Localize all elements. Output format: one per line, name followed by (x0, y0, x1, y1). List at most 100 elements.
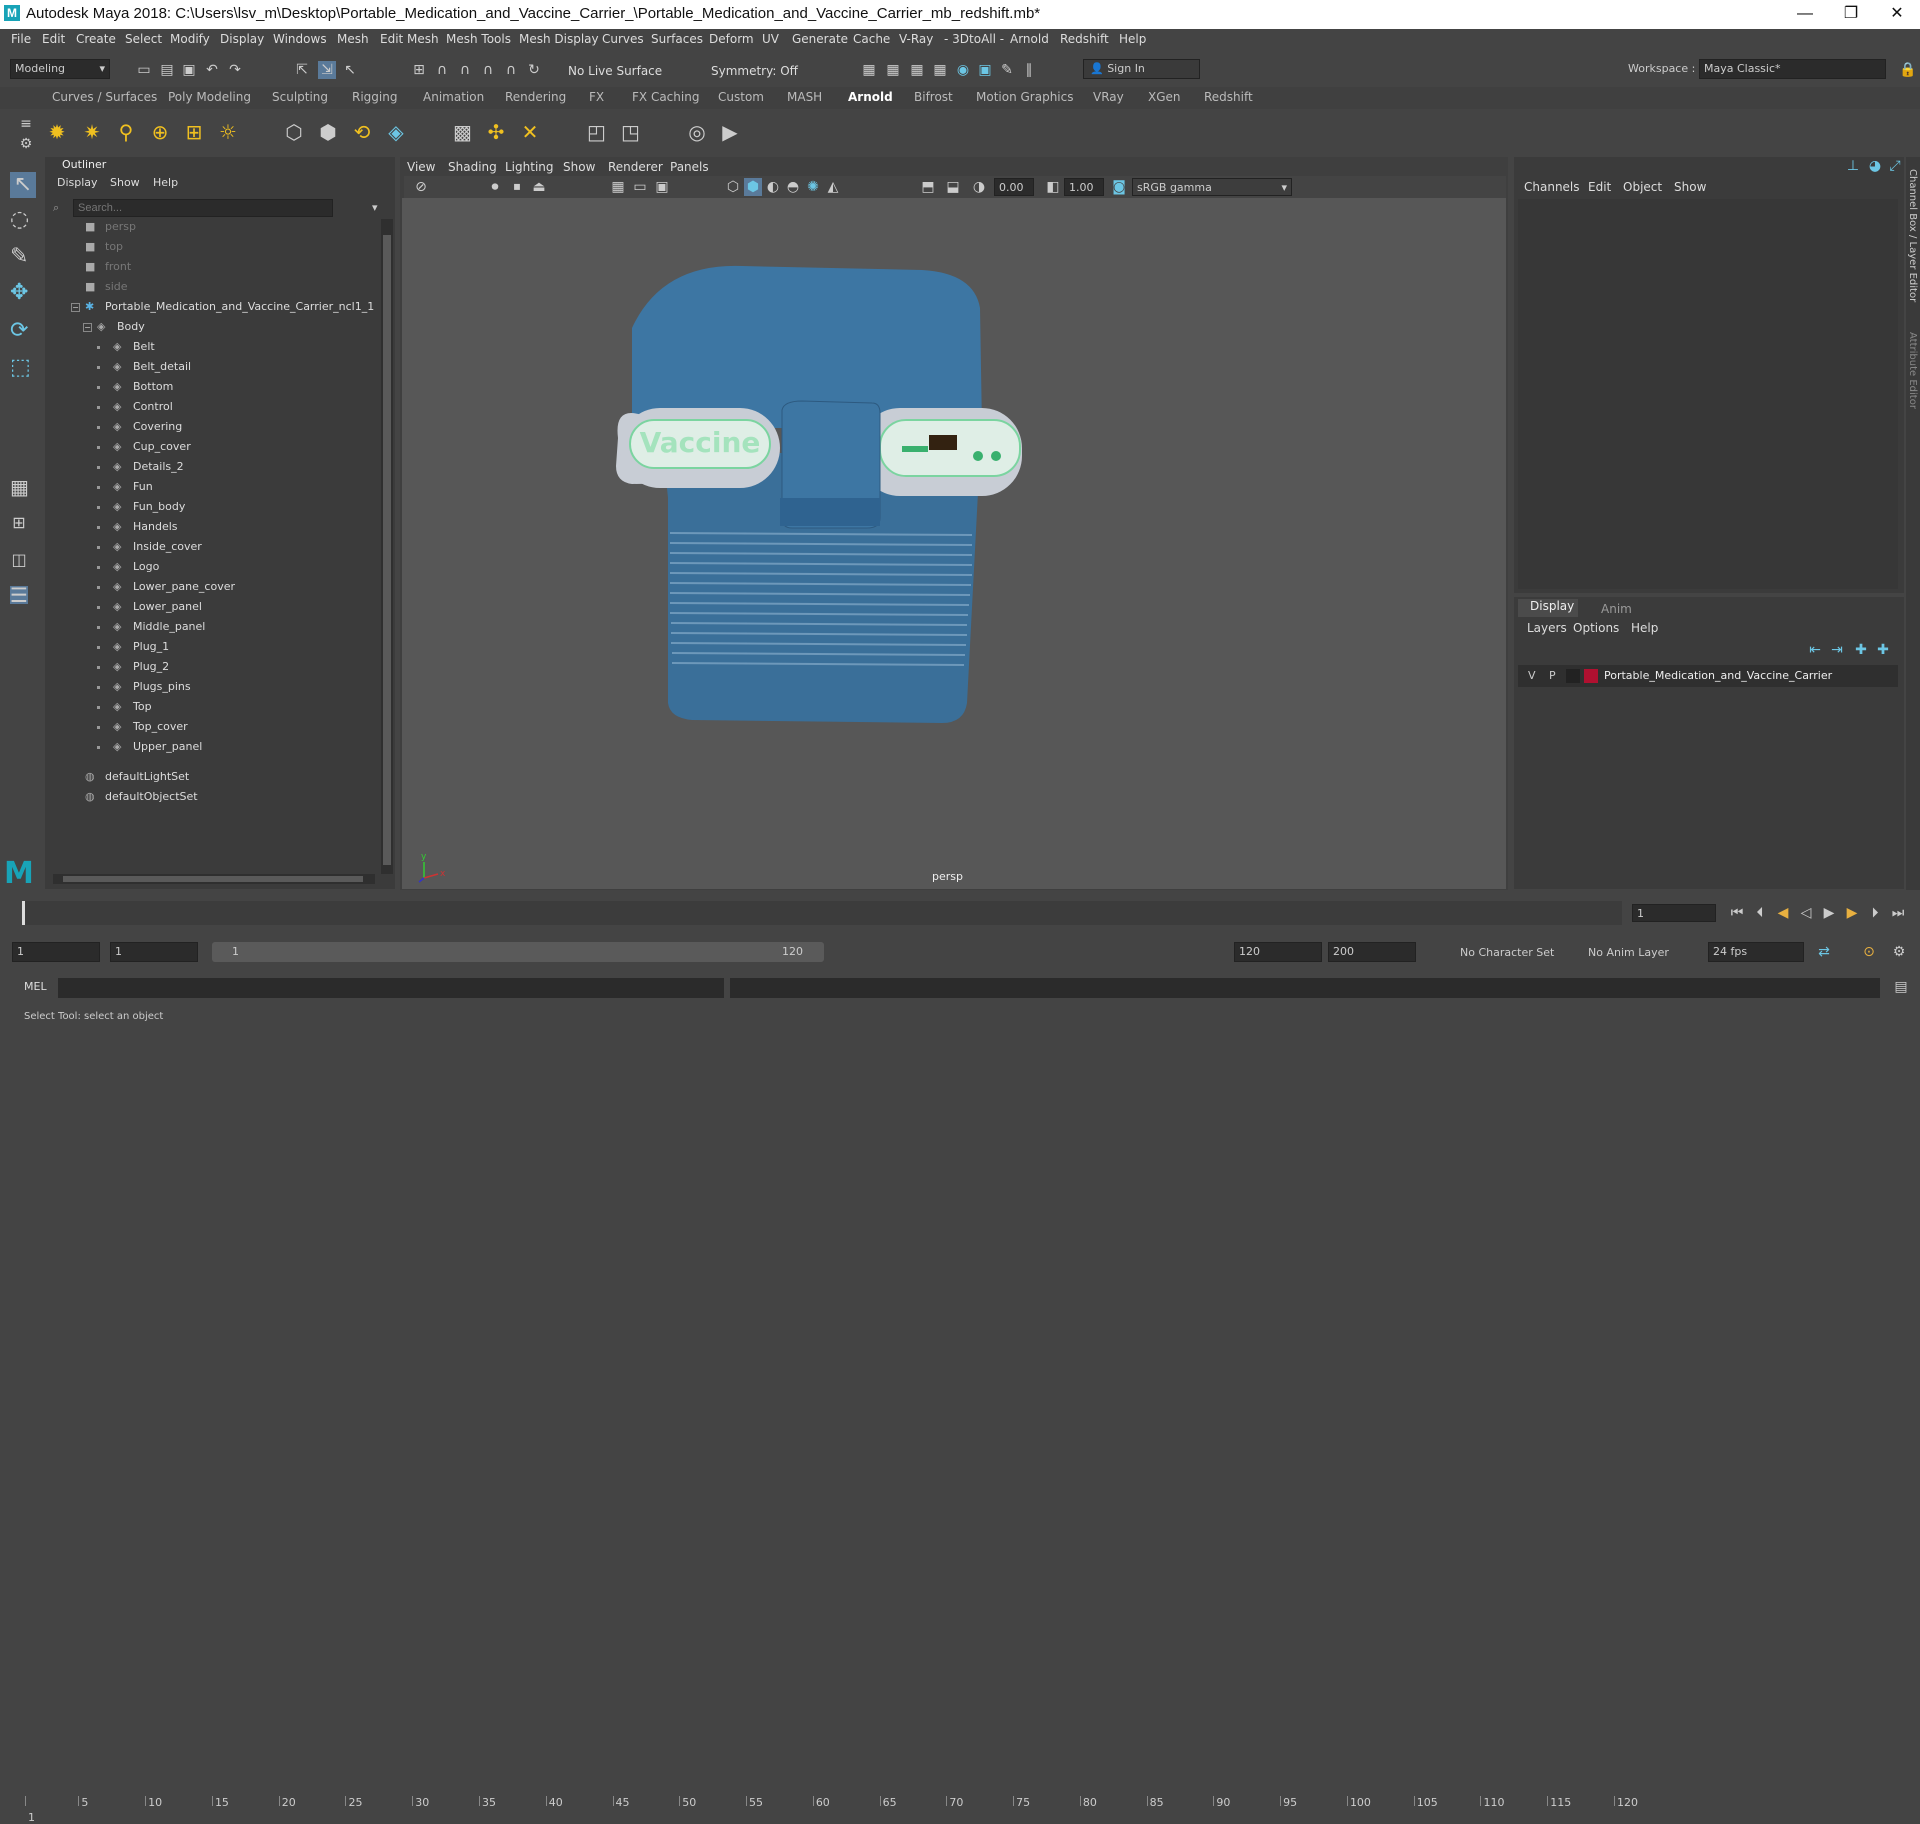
outliner-item-plug-1[interactable]: ◈ Plug_1 (97, 637, 169, 657)
script-editor-icon[interactable]: ▤ (1892, 978, 1910, 996)
hud-icon[interactable]: ⬓ (944, 178, 962, 196)
channels-menu-show[interactable]: Show (1674, 180, 1706, 194)
lasso-tool-icon[interactable]: ◌ (10, 209, 29, 231)
outliner-item-side[interactable]: ■ side (85, 277, 128, 297)
command-language-label[interactable]: MEL (24, 980, 47, 993)
pause-icon[interactable]: ∥ (1020, 61, 1038, 79)
outliner-scrollbar-thumb[interactable] (383, 235, 391, 865)
gamma-field[interactable]: 1.00 (1064, 178, 1104, 196)
menu-mesh-display[interactable]: Mesh Display (519, 32, 599, 46)
outliner-item-belt[interactable]: ◈ Belt (97, 337, 155, 357)
outliner-item-handels[interactable]: ◈ Handels (97, 517, 178, 537)
grid-icon[interactable]: ▦ (609, 178, 627, 196)
volume-icon[interactable]: ◈ (387, 122, 405, 142)
outliner-item-plugs-pins[interactable]: ◈ Plugs_pins (97, 677, 191, 697)
tab-display[interactable]: Display (1518, 599, 1578, 617)
pin-icon[interactable]: ⊥ (1844, 157, 1862, 175)
time-slider[interactable]: 1 5 10 15 20 25 30 35 40 45 50 55 60 65 70 75 80 85 90 95 10… (0, 897, 1920, 1824)
preview-icon[interactable]: ◎ (688, 122, 706, 142)
select-hierarchy-icon[interactable]: ⇱ (293, 61, 311, 79)
command-input[interactable] (58, 978, 724, 998)
outliner-item-upper-panel[interactable]: ◈ Upper_panel (97, 737, 202, 757)
outliner-menu-show[interactable]: Show (110, 176, 140, 189)
workspace-dropdown[interactable]: Maya Classic* (1699, 59, 1886, 79)
layer-row[interactable]: V P Portable_Medication_and_Vaccine_Carr… (1518, 665, 1898, 687)
minimize-button[interactable]: — (1782, 0, 1828, 29)
menu-generate[interactable]: Generate (792, 32, 848, 46)
outliner-item-middle-panel[interactable]: ◈ Middle_panel (97, 617, 205, 637)
menu-curves[interactable]: Curves (602, 32, 644, 46)
two-view-icon[interactable]: ◫ (10, 551, 28, 569)
menu-create[interactable]: Create (76, 32, 116, 46)
step-back-frame-icon[interactable]: ◀ (1774, 904, 1792, 922)
viewport-menu-show[interactable]: Show (563, 160, 595, 174)
playback-end-field[interactable]: 120 (1234, 942, 1322, 962)
menu-redshift[interactable]: Redshift (1060, 32, 1109, 46)
live-surface-field[interactable]: No Live Surface (568, 64, 662, 78)
layers-menu-layers[interactable]: Layers (1527, 621, 1567, 635)
xray-icon[interactable]: ⬒ (919, 178, 937, 196)
export-standin-icon[interactable]: ⬢ (319, 122, 337, 142)
render-settings-icon[interactable]: ▦ (931, 61, 949, 79)
outliner-item-details-2[interactable]: ◈ Details_2 (97, 457, 184, 477)
shelf-tab-motion-graphics[interactable]: Motion Graphics (976, 90, 1074, 104)
light-portal-icon[interactable]: ⊞ (185, 122, 203, 142)
smooth-shade-icon[interactable]: ⬢ (744, 178, 762, 196)
shelf-tab-rendering[interactable]: Rendering (505, 90, 566, 104)
skydome-light-icon[interactable]: ⊕ (151, 122, 169, 142)
lights-icon[interactable]: ◓ (784, 178, 802, 196)
outliner-item-plug-2[interactable]: ◈ Plug_2 (97, 657, 169, 677)
image-plane-icon[interactable]: ⏏ (530, 178, 548, 196)
outliner-menu-help[interactable]: Help (153, 176, 178, 189)
outliner-item-body[interactable]: ◈ Body (97, 317, 145, 337)
channel-box-side-tab[interactable]: Channel Box / Layer Editor (1907, 169, 1918, 302)
outliner-item-control[interactable]: ◈ Control (97, 397, 173, 417)
symmetry-dropdown[interactable]: Symmetry: Off (711, 64, 798, 78)
viewport-canvas[interactable]: Vaccine y x persp (402, 198, 1506, 889)
layers-menu-help[interactable]: Help (1631, 621, 1658, 635)
menu-windows[interactable]: Windows (273, 32, 327, 46)
shelf-tab-curves-surfaces[interactable]: Curves / Surfaces (52, 90, 157, 104)
menu-display[interactable]: Display (220, 32, 264, 46)
outliner-item-lower-pane-cover[interactable]: ◈ Lower_pane_cover (97, 577, 235, 597)
current-time-marker[interactable] (22, 901, 25, 925)
viewport-menu-shading[interactable]: Shading (448, 160, 497, 174)
camera-select-icon[interactable]: ⊘ (412, 178, 430, 196)
close-button[interactable]: ✕ (1874, 0, 1920, 29)
outliner-menu-display[interactable]: Display (57, 176, 98, 189)
channels-menu-channels[interactable]: Channels (1524, 180, 1580, 194)
menu-mesh[interactable]: Mesh (337, 32, 369, 46)
menu-edit-mesh[interactable]: Edit Mesh (380, 32, 439, 46)
outliner-item-front[interactable]: ■ front (85, 257, 131, 277)
expand-icon[interactable]: ⤢ (1886, 157, 1904, 175)
menu-mesh-tools[interactable]: Mesh Tools (446, 32, 511, 46)
outliner-item-covering[interactable]: ◈ Covering (97, 417, 182, 437)
layer-name[interactable]: Portable_Medication_and_Vaccine_Carrier (1604, 669, 1832, 682)
snap-grid-icon[interactable]: ⊞ (410, 61, 428, 79)
hypershade-icon[interactable]: ◉ (954, 61, 972, 79)
select-component-icon[interactable]: ↖ (341, 61, 359, 79)
go-to-end-icon[interactable]: ⏭ (1889, 904, 1907, 922)
channels-menu-edit[interactable]: Edit (1588, 180, 1611, 194)
snap-surface-icon[interactable]: ∩ (502, 61, 520, 79)
outliner-hscrollbar[interactable] (53, 874, 375, 884)
light-manager-icon[interactable]: ◰ (587, 122, 606, 142)
exposure-field[interactable]: 0.00 (994, 178, 1034, 196)
fps-dropdown[interactable]: 24 fps (1708, 942, 1804, 962)
outliner-item-fun-body[interactable]: ◈ Fun_body (97, 497, 185, 517)
tx-manager-icon[interactable]: ✣ (487, 122, 505, 142)
tool-icon[interactable]: ✎ (998, 61, 1016, 79)
loop-icon[interactable]: ⇄ (1815, 943, 1833, 961)
current-frame-field[interactable]: 1 (1632, 904, 1716, 922)
menu-arnold[interactable]: Arnold (1010, 32, 1049, 46)
layer-playback-toggle[interactable]: P (1549, 669, 1556, 682)
tab-anim[interactable]: Anim (1601, 602, 1632, 616)
menu-cache[interactable]: Cache (853, 32, 890, 46)
outliner-item-top-cover[interactable]: ◈ Top_cover (97, 717, 188, 737)
menu-uv[interactable]: UV (762, 32, 779, 46)
shelf-tab-mash[interactable]: MASH (787, 90, 822, 104)
physical-sky-icon[interactable]: ☼ (219, 122, 237, 142)
render-frame-icon[interactable]: ▦ (860, 61, 878, 79)
outliner-item-persp[interactable]: ■ persp (85, 217, 136, 237)
lock-icon[interactable]: 🔒 (1899, 61, 1917, 79)
